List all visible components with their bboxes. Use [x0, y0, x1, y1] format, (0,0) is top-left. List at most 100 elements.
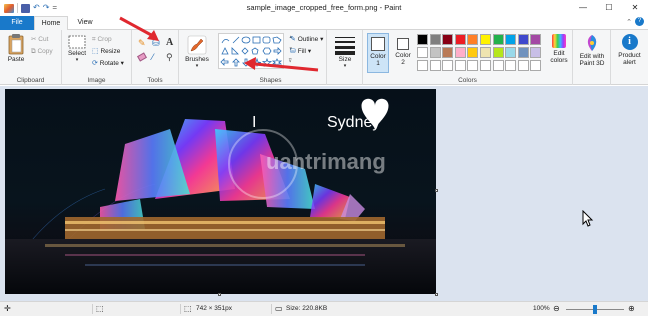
star-four-shape-icon — [252, 57, 262, 68]
maximize-button[interactable]: ☐ — [596, 0, 622, 16]
curve-shape-icon — [221, 39, 230, 44]
palette-swatch[interactable] — [480, 47, 491, 58]
canvas-workspace[interactable]: I Sydney uantrimang — [0, 86, 648, 301]
zoom-slider-thumb[interactable] — [593, 305, 597, 314]
palette-swatch[interactable] — [467, 47, 479, 58]
edit-colors-button[interactable]: Edit colors — [546, 34, 572, 64]
eraser-icon[interactable] — [137, 52, 147, 62]
palette-swatch[interactable] — [442, 34, 454, 45]
gallery-expand[interactable]: ⊽ — [288, 58, 292, 64]
caption-i: I — [252, 114, 257, 131]
magnifier-icon[interactable]: ⚲ — [166, 52, 173, 63]
tab-file[interactable]: File — [0, 16, 34, 30]
tab-view[interactable]: View — [70, 16, 100, 30]
cursor-position-icon: ✛ — [4, 304, 11, 313]
palette-swatch[interactable] — [417, 47, 428, 58]
resize-handle-right[interactable] — [435, 189, 438, 192]
pencil-icon[interactable]: ✎ — [138, 38, 146, 49]
brushes-group: Brushes ▾ — [179, 30, 215, 85]
redo-icon[interactable]: ↷ — [43, 2, 50, 14]
palette-swatch[interactable] — [467, 34, 479, 45]
palette-swatch[interactable] — [530, 47, 542, 58]
edit-with-paint3d-button[interactable]: Edit with Paint 3D — [575, 34, 609, 67]
fill-icon: ⛁ — [290, 48, 296, 55]
fill-button[interactable]: ⛁ Fill ▾ — [290, 47, 311, 57]
palette-swatch[interactable] — [480, 34, 491, 45]
ribbon-tabs: File Home View ⌃ ? — [0, 16, 648, 31]
crop-button[interactable]: ⌗ Crop — [92, 35, 112, 45]
zoom-in-button[interactable]: ⊕ — [628, 302, 635, 316]
chevron-up-icon[interactable]: ⌃ — [626, 18, 632, 26]
palette-swatch[interactable] — [505, 34, 517, 45]
chevron-down-icon: ▾ — [307, 48, 312, 55]
customize-quick-access-button[interactable]: = — [52, 2, 57, 14]
palette-swatch[interactable] — [454, 60, 466, 71]
copy-icon: ⧉ — [31, 48, 36, 55]
undo-icon[interactable]: ↶ — [33, 2, 40, 14]
color2-button[interactable]: Color 2 — [392, 33, 414, 73]
right-triangle-shape-icon — [231, 47, 239, 55]
paste-button[interactable]: Paste — [4, 33, 28, 63]
resize-handle-bottom[interactable] — [218, 293, 221, 296]
image-group: Select ▾ ⌗ Crop ⬚ Resize ⟳ Rotate ▾ Imag… — [62, 30, 132, 85]
resize-handle-corner[interactable] — [435, 293, 438, 296]
palette-swatch[interactable] — [442, 60, 454, 71]
palette-swatch[interactable] — [530, 60, 542, 71]
palette-swatch[interactable] — [505, 47, 517, 58]
quick-access-toolbar: ↶ ↷ = — [0, 0, 57, 16]
palette-swatch[interactable] — [429, 47, 441, 58]
scissors-icon: ✂ — [31, 36, 37, 43]
palette-swatch[interactable] — [417, 34, 428, 45]
palette-swatch[interactable] — [517, 47, 529, 58]
shapes-group: ▴ ▾ ⊽ ✎ Outline ▾ ⛁ Fill ▾ Shapes — [215, 30, 327, 85]
arrow-down-shape-icon — [242, 58, 250, 67]
color1-button[interactable]: Color 1 — [367, 33, 389, 73]
close-button[interactable]: ✕ — [622, 0, 648, 16]
palette-swatch[interactable] — [530, 34, 542, 45]
palette-swatch[interactable] — [454, 34, 466, 45]
chevron-down-icon: ▾ — [320, 36, 324, 43]
size-button[interactable]: Size ▾ — [332, 35, 358, 70]
palette-swatch[interactable] — [429, 34, 441, 45]
crop-icon: ⌗ — [92, 36, 96, 43]
zoom-out-button[interactable]: ⊖ — [553, 302, 560, 316]
line-shape-icon — [232, 36, 240, 44]
color-picker-icon[interactable]: ⁄ — [152, 52, 154, 62]
select-button[interactable]: Select ▾ — [65, 35, 89, 64]
paint-app-icon[interactable] — [4, 3, 14, 13]
minimize-button[interactable]: — — [570, 0, 596, 16]
product-alert-button[interactable]: i Product alert — [613, 34, 646, 66]
palette-swatch[interactable] — [429, 60, 441, 71]
file-size: Size: 220.8KB — [286, 305, 328, 312]
palette-swatch[interactable] — [480, 60, 491, 71]
canvas-image[interactable]: I Sydney uantrimang — [5, 89, 436, 294]
fill-bucket-icon[interactable]: ⛁ — [152, 38, 160, 49]
resize-button[interactable]: ⬚ Resize — [92, 47, 120, 57]
help-icon[interactable]: ? — [635, 17, 644, 26]
outline-button[interactable]: ✎ Outline ▾ — [290, 35, 323, 45]
colors-group-label: Colors — [458, 77, 477, 84]
product-alert-group: i Product alert — [611, 30, 648, 85]
file-size-icon: ▭ — [275, 304, 283, 313]
diamond-shape-icon — [241, 47, 249, 55]
text-icon[interactable]: A — [166, 37, 173, 48]
palette-swatch[interactable] — [492, 60, 504, 71]
pentagon-shape-icon — [251, 47, 259, 55]
palette-swatch[interactable] — [505, 60, 517, 71]
palette-swatch[interactable] — [454, 47, 466, 58]
tab-home[interactable]: Home — [34, 16, 68, 31]
palette-swatch[interactable] — [442, 47, 454, 58]
palette-swatch[interactable] — [517, 34, 529, 45]
copy-button[interactable]: ⧉ Copy — [31, 47, 53, 57]
palette-swatch[interactable] — [517, 60, 529, 71]
window-controls: — ☐ ✕ — [570, 0, 648, 16]
palette-swatch[interactable] — [492, 47, 504, 58]
palette-swatch[interactable] — [467, 60, 479, 71]
rotate-button[interactable]: ⟳ Rotate ▾ — [92, 59, 124, 69]
palette-swatch[interactable] — [492, 34, 504, 45]
save-icon[interactable] — [21, 3, 30, 13]
clipboard-group-label: Clipboard — [16, 77, 45, 84]
brushes-button[interactable]: Brushes ▾ — [182, 35, 212, 70]
cut-button[interactable]: ✂ Cut — [31, 35, 48, 45]
palette-swatch[interactable] — [417, 60, 428, 71]
